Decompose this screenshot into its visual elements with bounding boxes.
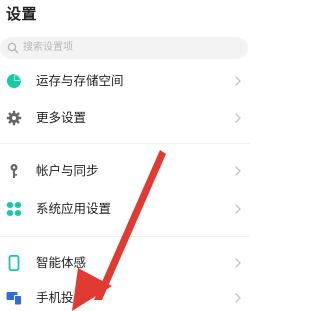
- search-placeholder: 搜索设置项: [23, 42, 73, 53]
- chevron-right-icon: [235, 166, 241, 176]
- settings-item-label: 更多设置: [36, 110, 87, 125]
- apps-grid-icon: [6, 202, 22, 216]
- settings-item-smart-motion[interactable]: 智能体感: [0, 246, 250, 280]
- chevron-right-icon: [235, 293, 241, 303]
- gear-icon: [6, 110, 22, 126]
- chevron-right-icon: [235, 76, 241, 86]
- chevron-right-icon: [235, 204, 241, 214]
- phone-outline-icon: [8, 255, 20, 271]
- settings-item-storage[interactable]: 运存与存储空间: [0, 64, 250, 98]
- chevron-right-icon: [235, 113, 241, 123]
- screen-cast-icon: [6, 292, 22, 306]
- search-icon: [7, 42, 19, 54]
- search-input[interactable]: 搜索设置项: [0, 37, 248, 59]
- settings-item-label: 运存与存储空间: [36, 73, 124, 88]
- settings-screen: 设置 搜索设置项 运存与存储空间 更多设置 帐户与同步 系统应用设置 智能体感 …: [0, 0, 250, 311]
- page-title: 设置: [6, 5, 38, 23]
- settings-item-label: 系统应用设置: [36, 201, 112, 216]
- settings-item-label: 智能体感: [36, 255, 87, 270]
- settings-item-label: 手机投屏: [36, 290, 87, 305]
- settings-item-label: 帐户与同步: [36, 163, 99, 178]
- storage-pie-icon: [7, 74, 21, 88]
- settings-item-screen-cast[interactable]: 手机投屏: [0, 281, 250, 311]
- settings-item-accounts[interactable]: 帐户与同步: [0, 154, 250, 188]
- section-divider: [0, 236, 250, 237]
- section-divider: [0, 143, 250, 144]
- key-icon: [10, 164, 18, 178]
- settings-item-system-apps[interactable]: 系统应用设置: [0, 192, 250, 226]
- settings-item-more[interactable]: 更多设置: [0, 101, 250, 135]
- chevron-right-icon: [235, 258, 241, 268]
